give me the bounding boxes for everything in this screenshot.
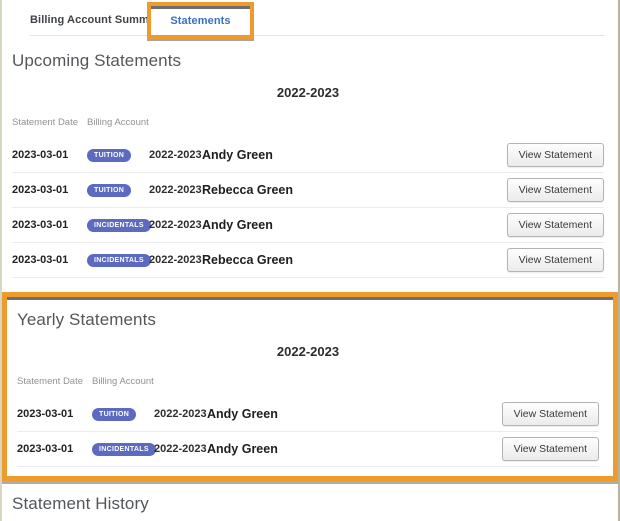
statement-row: 2023-03-01 TUITION 2022-2023 Andy Green … [12, 138, 604, 173]
billing-account-badge: INCIDENTALS [87, 253, 151, 267]
statement-date: 2023-03-01 [12, 254, 69, 266]
statement-row: 2023-03-01 INCIDENTALS 2022-2023 Andy Gr… [12, 208, 604, 243]
statement-date: 2023-03-01 [12, 149, 69, 161]
tab-bar-divider [30, 35, 604, 36]
section-title-upcoming: Upcoming Statements [12, 51, 182, 70]
billing-account-badge-cell: TUITION [92, 407, 154, 421]
billing-account-badge: INCIDENTALS [92, 442, 156, 456]
column-header-billing-account: Billing Account [92, 376, 154, 387]
billing-account-badge: TUITION [87, 183, 132, 197]
statement-rows: 2023-03-01 TUITION 2022-2023 Andy Green … [12, 138, 604, 278]
billing-account-badge-cell: INCIDENTALS [92, 442, 156, 456]
section-upcoming-statements: Upcoming Statements 2022-2023 Statement … [2, 37, 618, 278]
statements-page: Billing Account Summary Statements Upcom… [0, 0, 620, 521]
view-statement-button[interactable]: View Statement [506, 178, 604, 202]
section-yearly-statements: Yearly Statements 2022-2023 Statement Da… [7, 297, 613, 476]
tab-billing-account-summary[interactable]: Billing Account Summary [30, 14, 166, 26]
column-header-statement-date: Statement Date [17, 376, 84, 387]
column-header-statement-date: Statement Date [12, 117, 79, 128]
tab-bar: Billing Account Summary Statements [2, 0, 618, 39]
statement-year: 2022-2023 [149, 184, 202, 196]
view-statement-button[interactable]: View Statement [506, 248, 604, 272]
statement-date: 2023-03-01 [17, 443, 74, 455]
annotation-highlight-statements-tab: Statements [147, 2, 254, 39]
student-name: Andy Green [207, 407, 278, 421]
annotation-highlight-yearly-statements: Yearly Statements 2022-2023 Statement Da… [2, 292, 618, 481]
statement-date: 2023-03-01 [12, 184, 69, 196]
statement-year: 2022-2023 [149, 254, 202, 266]
statement-date: 2023-03-01 [12, 219, 69, 231]
student-name: Andy Green [202, 148, 273, 162]
student-name: Rebecca Green [202, 253, 294, 267]
billing-account-badge: INCIDENTALS [87, 218, 151, 232]
section-title-yearly: Yearly Statements [17, 310, 157, 329]
view-statement-button[interactable]: View Statement [501, 437, 599, 461]
statement-year: 2022-2023 [154, 443, 207, 455]
billing-account-badge: TUITION [92, 407, 137, 421]
statement-row: 2023-03-01 INCIDENTALS 2022-2023 Andy Gr… [17, 432, 599, 467]
statement-rows: 2023-03-01 TUITION 2022-2023 Andy Green … [17, 397, 599, 467]
statement-date: 2023-03-01 [17, 408, 74, 420]
billing-account-badge-cell: INCIDENTALS [87, 253, 151, 267]
view-statement-button[interactable]: View Statement [501, 402, 599, 426]
column-header-billing-account: Billing Account [87, 117, 149, 128]
view-statement-button[interactable]: View Statement [506, 143, 604, 167]
statement-row: 2023-03-01 TUITION 2022-2023 Rebecca Gre… [12, 173, 604, 208]
student-name: Andy Green [207, 442, 278, 456]
statement-year: 2022-2023 [149, 219, 202, 231]
student-name: Andy Green [202, 218, 273, 232]
student-name: Rebecca Green [202, 183, 294, 197]
view-statement-button[interactable]: View Statement [506, 213, 604, 237]
statement-row: 2023-03-01 TUITION 2022-2023 Andy Green … [17, 397, 599, 432]
column-headers: Statement Date Billing Account [17, 376, 599, 397]
billing-account-badge-cell: TUITION [87, 148, 149, 162]
section-statement-history: Statement History 2022-2023 [2, 481, 618, 521]
billing-account-badge-cell: INCIDENTALS [87, 218, 151, 232]
statement-row: 2023-03-01 INCIDENTALS 2022-2023 Rebecca… [12, 243, 604, 278]
year-group-heading: 2022-2023 [276, 85, 340, 100]
statement-year: 2022-2023 [154, 408, 207, 420]
section-title-history: Statement History [12, 494, 149, 513]
year-group-heading: 2022-2023 [276, 344, 340, 359]
tab-statements[interactable]: Statements [170, 15, 230, 27]
column-headers: Statement Date Billing Account [12, 117, 604, 138]
billing-account-badge: TUITION [87, 148, 132, 162]
statement-year: 2022-2023 [149, 149, 202, 161]
billing-account-badge-cell: TUITION [87, 183, 149, 197]
